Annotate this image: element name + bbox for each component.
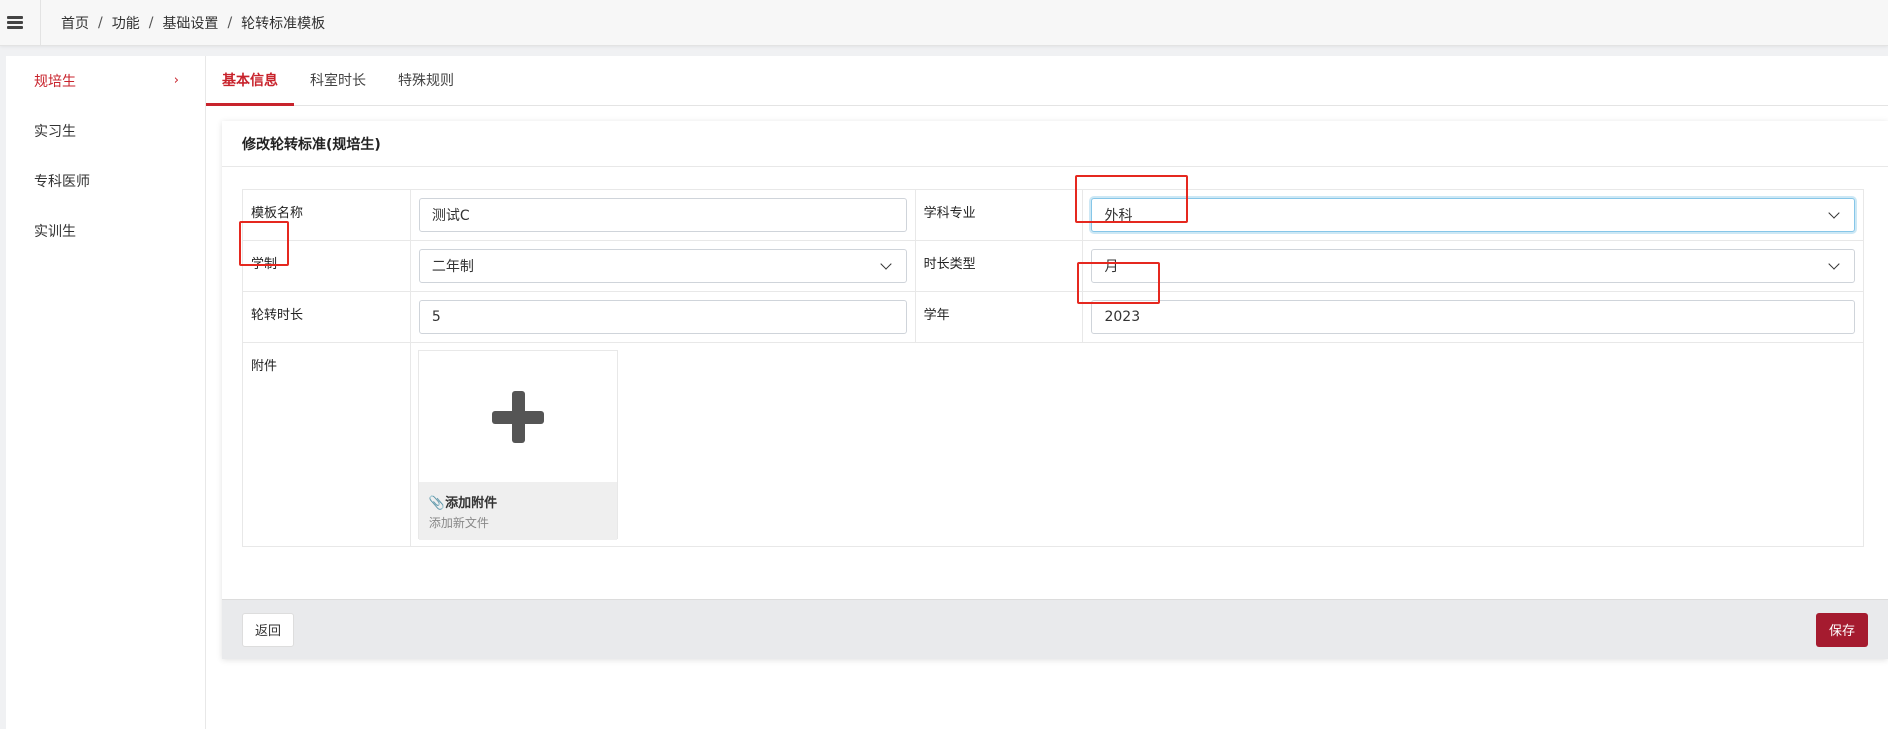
sidebar-item-trainee[interactable]: 实训生 [6,206,205,256]
specialty-select[interactable]: 外科 [1091,198,1855,232]
chevron-down-icon [879,258,892,270]
form-row: 轮转时长 5 学年 2023 [242,291,1864,343]
breadcrumb-function[interactable]: 功能 [112,13,140,33]
top-bar: 首页 / 功能 / 基础设置 / 轮转标准模板 [0,0,1888,46]
sidebar-item-specialist[interactable]: 专科医师 [6,156,205,206]
form-row: 模板名称 测试C 学科专业 外科 [242,189,1864,241]
sidebar-item-resident[interactable]: 规培生 › [6,56,205,106]
breadcrumb-separator: / [98,14,103,31]
chevron-down-icon [1828,207,1840,219]
breadcrumb-separator: / [227,14,233,31]
chevron-down-icon [1828,258,1840,270]
form-row: 学制 二年制 时长类型 月 [242,240,1864,292]
system-select[interactable]: 二年制 [418,249,907,283]
breadcrumb-home[interactable]: 首页 [61,13,89,33]
duration-type-select[interactable]: 月 [1091,249,1855,283]
tab-department-duration[interactable]: 科室时长 [294,55,382,105]
upload-subtitle: 添加新文件 [428,516,489,530]
attachment-label: 附件 [242,342,411,547]
save-button[interactable]: 保存 [1815,612,1868,647]
menu-icon[interactable] [7,16,23,29]
breadcrumb-basic-settings[interactable]: 基础设置 [162,13,218,33]
rotation-duration-label: 轮转时长 [242,291,411,343]
upload-title: 📎添加附件 [428,496,498,511]
upload-area [419,351,617,482]
divider [40,0,41,46]
rotation-duration-input[interactable]: 5 [418,300,907,334]
breadcrumb: 首页 / 功能 / 基础设置 / 轮转标准模板 [61,13,325,33]
sidebar-item-intern[interactable]: 实习生 [6,106,205,156]
form-row: 附件 📎添加附件 添加新文件 [242,342,1865,547]
specialty-value: 外科 [1104,208,1133,224]
sidebar: 规培生 › 实习生 专科医师 实训生 [6,56,206,729]
plus-icon [491,390,544,443]
panel-title: 修改轮转标准(规培生) [222,121,1888,167]
academic-year-input[interactable]: 2023 [1091,300,1855,334]
add-attachment-button[interactable]: 📎添加附件 添加新文件 [417,350,618,540]
template-name-input[interactable]: 测试C [418,198,907,232]
duration-type-value: 月 [1104,259,1119,275]
form-table: 模板名称 测试C 学科专业 外科 学制 二年制 时长类型 月 轮转时长 5 学年… [242,189,1865,547]
tab-bar: 基本信息 科室时长 特殊规则 [206,56,1888,106]
duration-type-label: 时长类型 [914,240,1084,292]
sidebar-item-label: 实习生 [34,124,76,140]
back-button[interactable]: 返回 [242,612,295,647]
tab-special-rules[interactable]: 特殊规则 [382,55,470,105]
breadcrumb-current: 轮转标准模板 [241,15,326,32]
specialty-label: 学科专业 [914,189,1084,241]
edit-panel: 修改轮转标准(规培生) 模板名称 测试C 学科专业 外科 学制 二年制 时长类型… [222,121,1888,659]
upload-caption: 📎添加附件 添加新文件 [418,482,617,540]
panel-footer: 返回 保存 [222,599,1888,659]
sidebar-item-label: 规培生 [34,74,76,90]
system-label: 学制 [242,240,411,292]
template-name-label: 模板名称 [242,189,411,241]
system-value: 二年制 [431,259,474,275]
breadcrumb-separator: / [148,14,154,31]
tab-basic-info[interactable]: 基本信息 [206,55,294,106]
academic-year-label: 学年 [914,291,1084,343]
sidebar-item-label: 实训生 [34,224,76,240]
sidebar-item-label: 专科医师 [34,174,90,190]
main-content: 基本信息 科室时长 特殊规则 修改轮转标准(规培生) 模板名称 测试C 学科专业… [206,56,1888,729]
chevron-right-icon: › [173,73,179,88]
